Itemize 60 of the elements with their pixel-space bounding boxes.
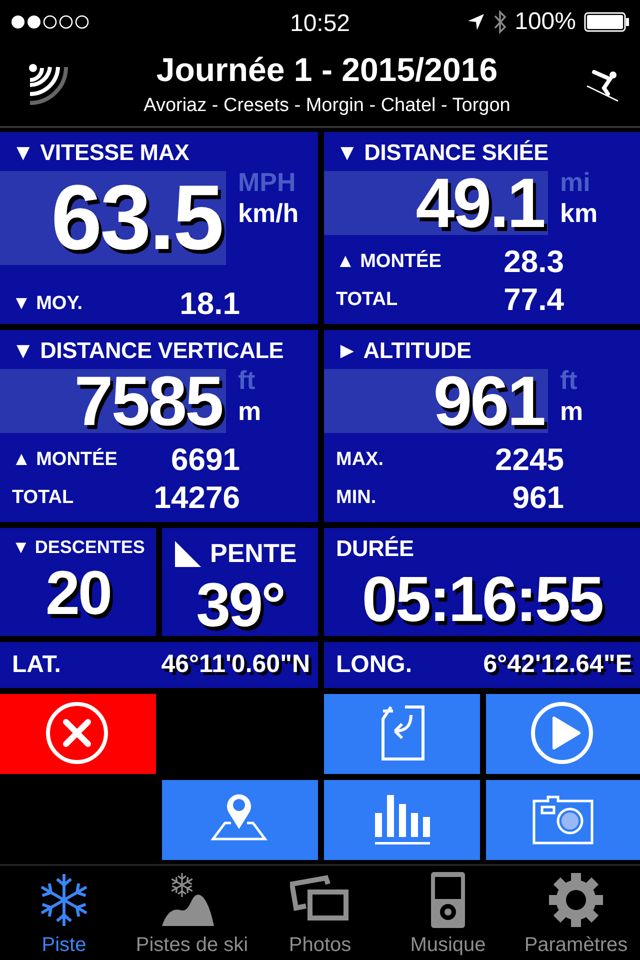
- stat-label: TOTAL: [336, 288, 399, 312]
- stat-value: 6691: [170, 441, 240, 479]
- bluetooth-icon: [492, 10, 507, 34]
- settings-icon: [546, 870, 606, 930]
- stat-label: ▲ MONTÉE: [12, 447, 118, 472]
- panel-title: ► ALTITUDE: [335, 337, 472, 365]
- panel-title: ▼ VITESSE MAX: [11, 139, 190, 167]
- location-arrow-icon: [466, 13, 485, 31]
- stat-value: 28.3: [502, 243, 564, 281]
- camera-button[interactable]: [486, 780, 640, 860]
- map-pin-button[interactable]: [162, 780, 318, 860]
- stat-label: TOTAL: [12, 486, 75, 510]
- stat-value: 39°: [196, 575, 284, 636]
- stat-label: MIN.: [336, 486, 378, 510]
- cancel-button[interactable]: [0, 694, 156, 774]
- stat-value: 20: [46, 563, 110, 625]
- tab-bar-item[interactable]: Pistes de ski: [128, 866, 256, 960]
- coordinate-label: LONG.: [336, 650, 412, 680]
- unit-label[interactable]: m: [560, 396, 640, 428]
- stat-value: 961: [433, 366, 544, 436]
- stat-value: 2245: [494, 441, 564, 479]
- stat-label: ▼ MOY.: [12, 292, 84, 316]
- coordinate-label: LAT.: [12, 650, 61, 680]
- panel-title: PENTE: [210, 537, 297, 570]
- coordinate-value: 6°42'12.64"E: [483, 649, 632, 680]
- battery-percent: 100%: [514, 7, 576, 37]
- stat-value: 63.5: [50, 172, 222, 264]
- header-subtitle: Avoriaz - Cresets - Morgin - Chatel - Torgon: [144, 94, 510, 118]
- status-time: 10:52: [290, 9, 350, 39]
- panel-title: ▼ DISTANCE VERTICALE: [11, 337, 285, 365]
- coordinate-value: 46°11'0.60"N: [161, 649, 310, 680]
- play-button[interactable]: [486, 694, 640, 774]
- tab-bar-item[interactable]: Paramètres: [512, 866, 640, 960]
- stat-label: ▲ MONTÉE: [336, 249, 442, 274]
- play-icon: [530, 701, 596, 767]
- stat-value: 18.1: [178, 285, 240, 323]
- unit-label[interactable]: m: [238, 396, 318, 428]
- unit-label[interactable]: km: [560, 198, 640, 230]
- stat-value: 77.4: [502, 281, 564, 319]
- stat-value: 05:16:55: [360, 567, 604, 632]
- document-arrow-button[interactable]: [324, 694, 480, 774]
- bar-chart-button[interactable]: [324, 780, 480, 860]
- stat-value: 14276: [152, 479, 240, 517]
- stat-value: 961: [511, 479, 564, 517]
- cancel-icon: [45, 701, 111, 767]
- stat-value: 7585: [74, 366, 222, 436]
- panel-title: ▼ DESCENTES: [12, 536, 145, 559]
- skier-icon: [586, 68, 620, 102]
- battery-icon: [584, 12, 630, 32]
- header-title: Journée 1 - 2015/2016: [155, 52, 499, 89]
- stat-value: 49.1: [416, 168, 544, 238]
- slope-triangle-icon: [174, 540, 202, 568]
- tab-bar-item[interactable]: Musique: [384, 866, 512, 960]
- signal-waves-icon: [28, 63, 68, 107]
- stat-label: MAX.: [336, 448, 384, 472]
- tab-bar-item[interactable]: Piste: [0, 866, 128, 960]
- panel-title: DURÉE: [335, 535, 415, 563]
- panel-title: ▼ DISTANCE SKIÉE: [335, 139, 550, 167]
- tab-bar-item[interactable]: Photos: [256, 866, 384, 960]
- unit-label[interactable]: km/h: [238, 198, 318, 230]
